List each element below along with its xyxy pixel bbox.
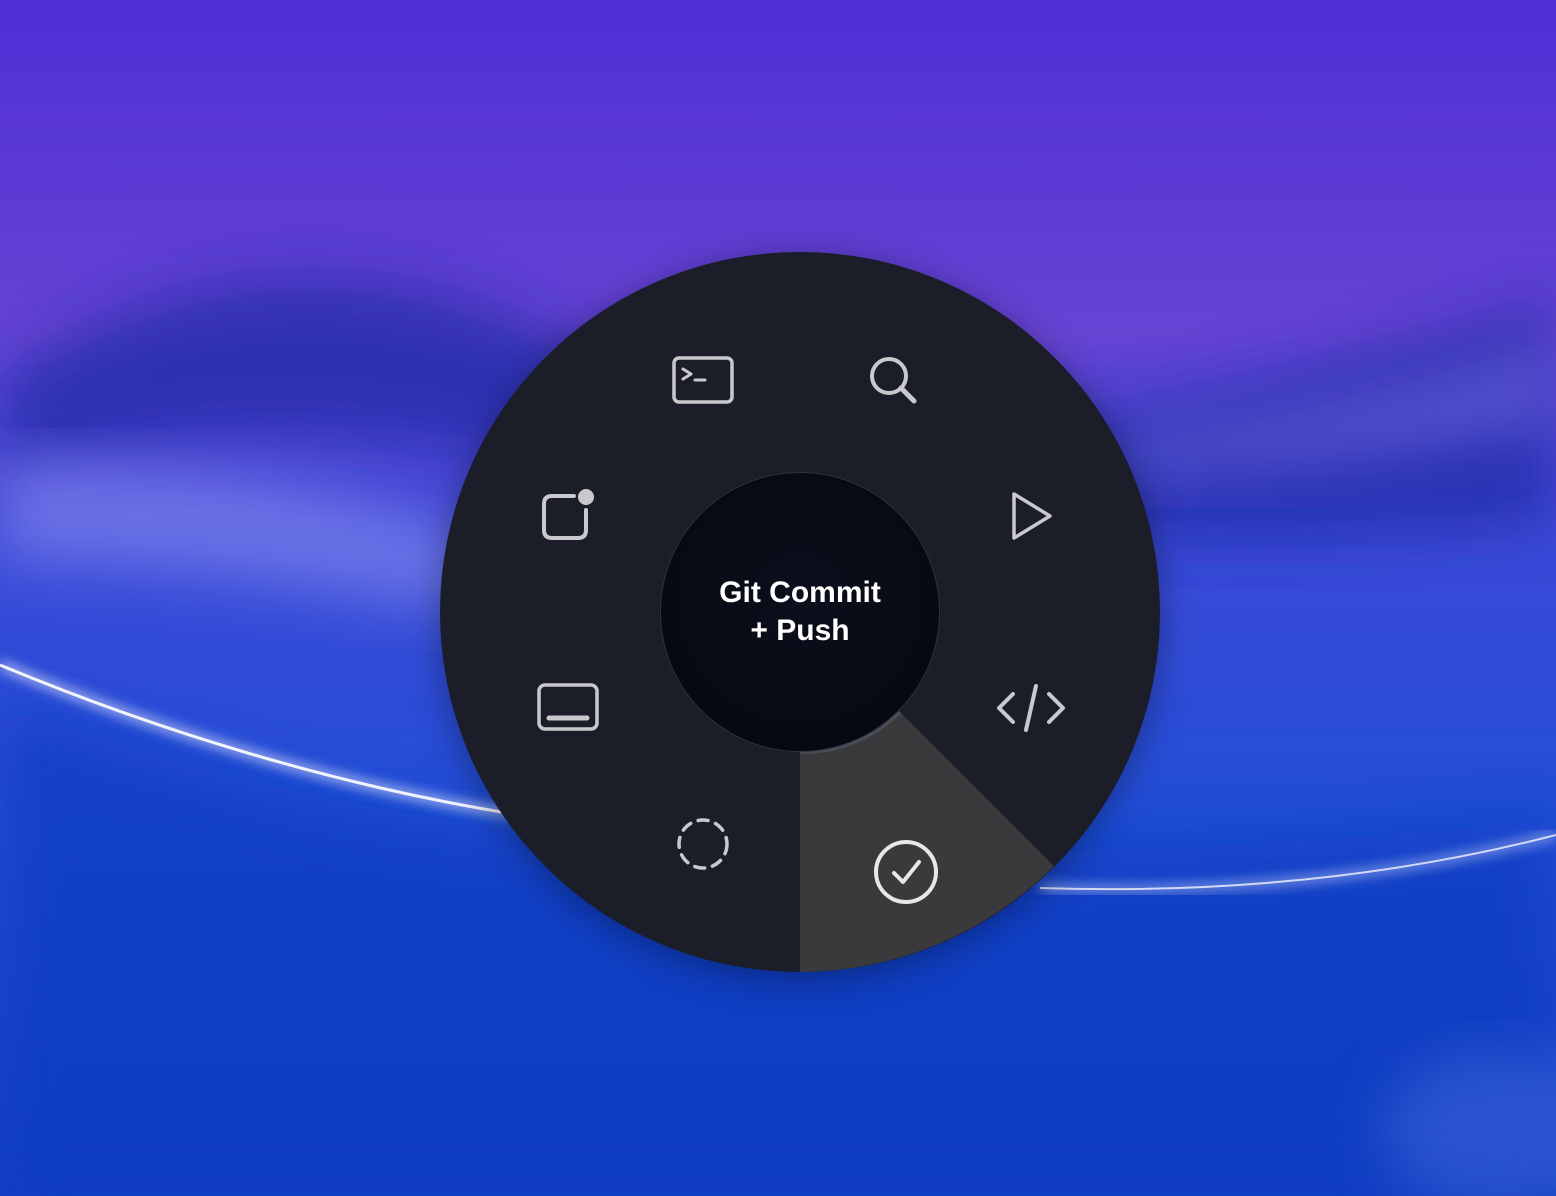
hub-label-line1: Git Commit xyxy=(719,576,881,609)
hub-label-line2: + Push xyxy=(750,614,850,647)
window-bottom-panel-icon xyxy=(537,683,599,731)
notification-square-icon xyxy=(542,489,594,540)
menu-item-code[interactable] xyxy=(983,660,1079,756)
menu-item-terminal[interactable] xyxy=(655,333,751,429)
search-icon xyxy=(870,357,917,404)
menu-item-notifications[interactable] xyxy=(520,468,616,564)
menu-item-run[interactable] xyxy=(983,468,1079,564)
radial-menu-hub: Git Commit + Push xyxy=(660,472,940,752)
menu-item-panel[interactable] xyxy=(520,660,616,756)
code-brackets-icon xyxy=(997,684,1065,732)
menu-item-git-commit-push[interactable] xyxy=(858,824,954,920)
play-icon xyxy=(1012,492,1052,540)
menu-item-loading[interactable] xyxy=(655,796,751,892)
radial-menu: Git Commit + Push xyxy=(440,252,1160,972)
checkmark-circle-icon xyxy=(874,840,938,904)
dashed-circle-icon xyxy=(677,818,729,870)
menu-item-search[interactable] xyxy=(846,333,942,429)
terminal-icon xyxy=(672,356,734,404)
